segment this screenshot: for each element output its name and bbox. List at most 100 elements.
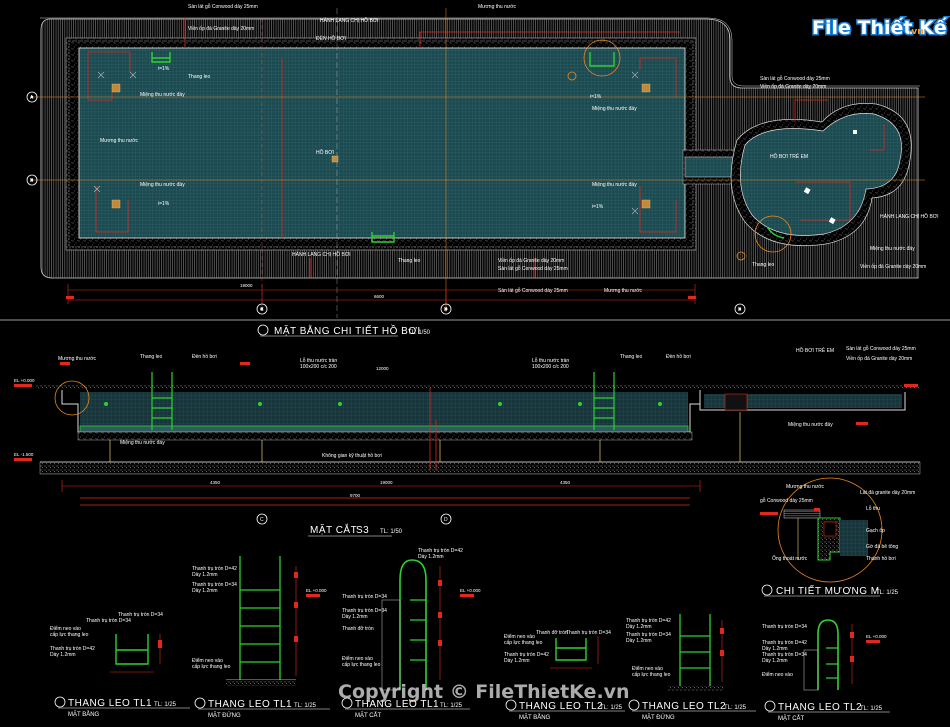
gutter-detail: Mương thu nước gỗ Conwood dày 25mm Lát đ… — [760, 477, 915, 597]
plan-deck-right: Sàn lát gỗ Conwood dày 25mm — [760, 75, 830, 82]
det-grate: Lỗ thu — [866, 505, 880, 512]
sec-drain-b: Miệng thu nước đáy — [788, 422, 833, 428]
sec-dim-b: 4350 — [560, 480, 571, 485]
sec-dim-total: 19000 — [380, 480, 393, 485]
plan-big-pool: HỒ BƠI — [316, 149, 334, 156]
sec-gutter: Mương thu nước — [58, 356, 96, 362]
lad-note-anchor2: cấp lực thang leo — [50, 632, 89, 638]
sec-stair-a: Thang leo — [140, 354, 162, 360]
sec-axis-d: D — [444, 517, 448, 523]
lad1-scale: TL: 1/25 — [154, 702, 177, 708]
det-granite: Lát đá granite dày 20mm — [860, 490, 915, 496]
lad-note-tube34-b: Thanh trụ tròn D=34 — [118, 612, 163, 618]
plan-light2: HÀNH LANG CHỊ HỒ BƠI — [292, 251, 350, 258]
lad-tl1-c-anchor: Điểm neo vào — [342, 655, 373, 662]
lad6-sub: MẶT CẮT — [778, 714, 805, 722]
lad-tl2-d-thick2: Dày 1.2mm — [626, 638, 652, 644]
lad-tl2-c-thick2: Dày 1.2mm — [762, 658, 788, 664]
lad4-sub: MẶT BẰNG — [519, 713, 551, 721]
sec-scale: TL: 1/50 — [380, 529, 403, 535]
sec-light-a: Đèn hồ bơi — [192, 354, 217, 360]
plan-deck-top: Sàn lát gỗ Conwood dày 25mm — [188, 3, 258, 10]
plan-stair2: Thang leo — [398, 258, 420, 264]
lad-note-thick: Dày 1.2mm — [50, 652, 76, 658]
lad1-title: THANG LEO TL1 — [68, 698, 152, 709]
svg-text:File Thiết Kế: File Thiết Kế — [812, 16, 948, 39]
lad-tl2-b-t34: Thanh trụ tròn D=34 — [566, 630, 611, 636]
sec-overflow-a-size: 100x200 c/c 200 — [300, 364, 337, 370]
lad5-sub: MẶT ĐỨNG — [642, 714, 675, 721]
sec-dim-a: 4350 — [210, 480, 221, 485]
sec-level-top: EL +0.000 — [14, 378, 35, 383]
lad-tl1-c-thick: Dày 1.2mm — [418, 554, 444, 560]
plan-slope3: i=1% — [592, 204, 604, 210]
lad4-scale: TL: 1/25 — [600, 705, 623, 711]
logo-thiet: Thiết — [858, 16, 913, 39]
plan-drain2: Miệng thu nước đáy — [140, 182, 185, 188]
sec-border: Viền ốp đá Granite dày 20mm — [846, 356, 912, 362]
lad-note-tube34-a: Thanh trụ tròn D=34 — [86, 618, 131, 624]
lad-note-anchor: Điểm neo vào — [50, 625, 81, 632]
plan-drain4: Miệng thu nước đáy — [592, 182, 637, 188]
plan-slope4: i=1% — [590, 94, 602, 100]
lad2-title: THANG LEO TL1 — [208, 699, 292, 710]
lad-tl1-d-thick2: Dày 1.2mm — [192, 588, 218, 594]
axis-e-label: E — [738, 307, 742, 313]
lad-tl1-c-t34: Thanh trụ tròn D=34 — [342, 594, 387, 600]
axis-a-label: A — [30, 95, 34, 101]
plan-light3: HÀNH LANG CHỊ HỒ BƠI — [320, 17, 378, 24]
lad5-title: THANG LEO TL2 — [642, 701, 726, 712]
sec-stair-b: Thang leo — [620, 354, 642, 360]
sec-overflow-a: Lỗ thu nước tràn — [300, 357, 337, 364]
lad6-title: THANG LEO TL2 — [778, 702, 862, 713]
pool-section: EL +0.000 EL -1.500 4350 4350 19000 9700… — [14, 345, 921, 537]
logo-vn: .vn — [908, 27, 924, 37]
sec-overflow-b-size: 100x200 c/c 200 — [532, 364, 569, 370]
det-pipe: Ống thoát nước — [772, 555, 808, 562]
plan-scale: TL: 1/50 — [408, 330, 431, 336]
lad6-scale: TL: 1/25 — [860, 706, 883, 712]
det-tile: Gạch ốp — [866, 528, 885, 534]
plan-stair: Thang leo — [188, 74, 210, 80]
lad-tl2-b-anchor: Điểm neo vào — [504, 633, 535, 640]
lad-tl1-c-bottom: Thanh đỡ tròn — [342, 626, 374, 632]
lad-tl2-b-thick: Dày 1.2mm — [504, 658, 530, 664]
sec-dim-pool: 12000 — [376, 366, 389, 371]
lad-tl1-d-anchor2: cấp lực thang leo — [192, 664, 231, 670]
plan-light1: ĐÈN HỒ BƠI — [316, 35, 346, 42]
lad2-sub: MẶT ĐỨNG — [208, 712, 241, 719]
plan-deck-bottom: Sàn lát gỗ Conwood dày 25mm — [498, 265, 568, 272]
filethietke-logo: File Thiết Kế .vn — [811, 15, 950, 41]
cad-drawing: A B C D E Sàn lát gỗ Conwood dày 25mm Vi… — [0, 3, 950, 722]
plan-slope2: i=1% — [158, 201, 170, 207]
plan-deck-bottom2: Sàn lát gỗ Conwood dày 25mm — [498, 287, 568, 294]
lad-tl2-d-anchor: Điểm neo vào — [632, 665, 663, 672]
sec-overflow-b: Lỗ thu nước tràn — [532, 357, 569, 364]
pool-plan: A B C D E Sàn lát gỗ Conwood dày 25mm Vi… — [26, 3, 938, 337]
lad-level1: EL +0.000 — [306, 588, 327, 593]
plan-slope1: i=1% — [158, 66, 170, 72]
plan-dim-mid: 6600 — [374, 294, 385, 299]
logo-file: File — [812, 17, 851, 39]
plan-border-right: Viền ốp đá Granite dày 20mm — [760, 84, 826, 90]
plan-border-top: Viền ốp đá Granite dày 20mm — [188, 26, 254, 32]
plan-kid-pool: HỒ BƠI TRẺ EM — [770, 153, 808, 160]
det-scale: TL: 1/25 — [876, 590, 899, 596]
lad-tl2-b-anchor2: cấp lực thang leo — [504, 640, 543, 646]
lad-tl1-c-thick2: Dày 1.2mm — [342, 614, 368, 620]
lad1-sub: MẶT BẰNG — [68, 710, 100, 718]
sec-light-b: Đèn hồ bơi — [666, 354, 691, 360]
plan-drain-right: Miệng thu nước đáy — [870, 246, 915, 252]
sec-note: Không gian kỹ thuật hồ bơi — [322, 453, 382, 459]
lad-tl1-c-anchor2: cấp lực thang leo — [342, 662, 381, 668]
lad-level2: EL +0.000 — [460, 588, 481, 593]
lad-tl2-b-bottom: Thanh đỡ tròn — [536, 630, 568, 636]
sec-title-label: S3 — [356, 525, 369, 536]
det-deck: gỗ Conwood dày 25mm — [760, 497, 813, 504]
sec-drain-a: Miệng thu nước đáy — [120, 440, 165, 446]
axis-b-label: B — [30, 178, 34, 184]
sec-deck: Sàn lát gỗ Conwood dày 25mm — [846, 345, 916, 352]
axis-d-label: D — [444, 307, 448, 313]
copyright-watermark: Copyright © FileThietKe.vn — [338, 681, 630, 703]
lad-tl2-d-thick: Dày 1.2mm — [626, 624, 652, 630]
